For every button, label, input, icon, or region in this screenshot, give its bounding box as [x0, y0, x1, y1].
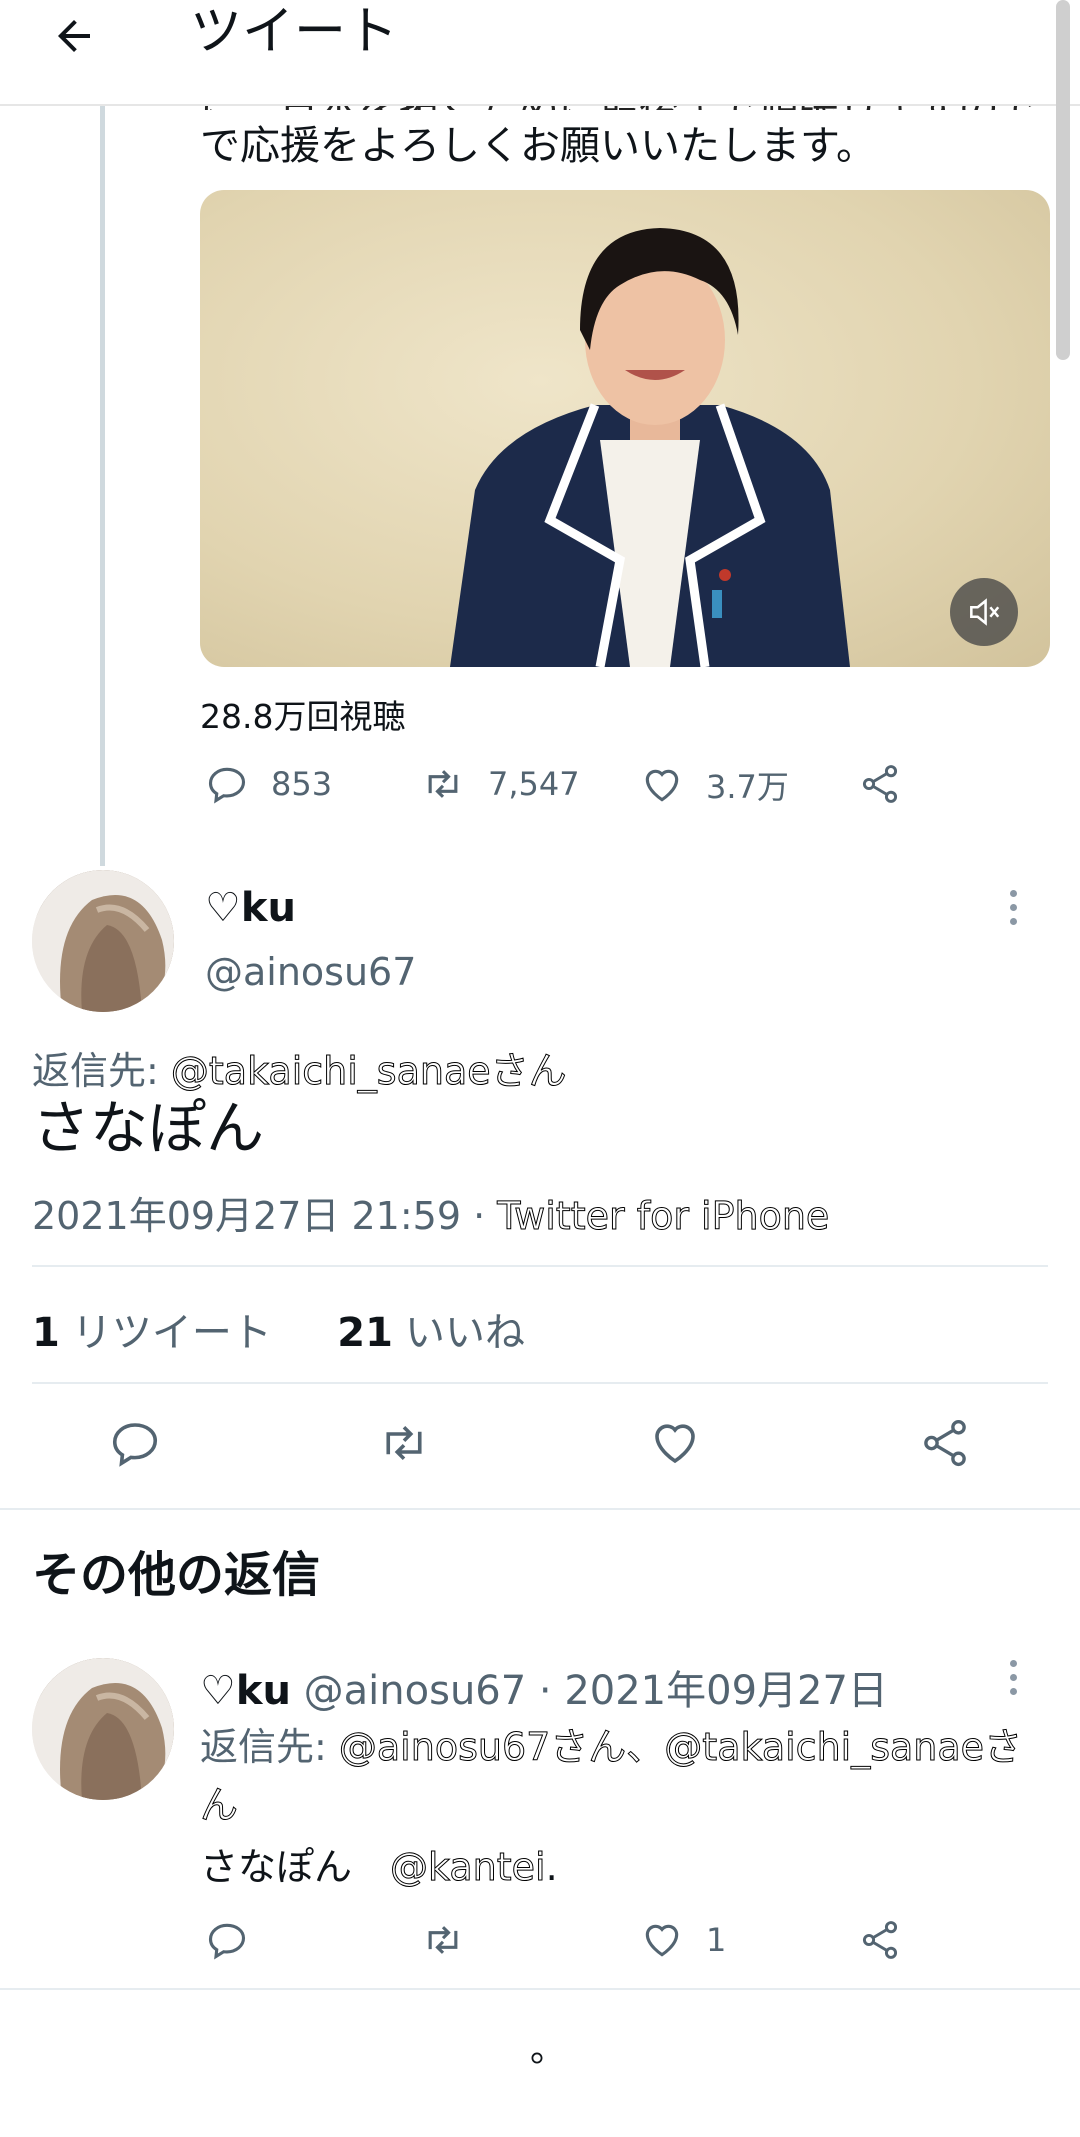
- reply-count: 853: [271, 765, 333, 803]
- view-count: 28.8万回視聴: [200, 697, 406, 736]
- like-button[interactable]: [648, 1416, 702, 1474]
- mention-link[interactable]: @takaichi_sanaeさん: [170, 1049, 567, 1094]
- reply-button[interactable]: [108, 1416, 162, 1474]
- top-app-bar: ツイート: [0, 0, 1080, 106]
- section-divider: [0, 1988, 1080, 1990]
- reply-icon: [208, 767, 246, 804]
- retweet-action[interactable]: 7,547: [420, 762, 580, 806]
- reply-to-line: 返信先: @ainosu67さん、@takaichi_sanaeさん: [199, 1718, 1050, 1834]
- retweet-total-label[interactable]: リツイート: [72, 1310, 272, 1356]
- heart-icon: [645, 1924, 679, 1957]
- reply-text-tail: .: [545, 1845, 558, 1889]
- handle-and-date: @ainosu67 · 2021年09月27日: [290, 1668, 888, 1714]
- page-title: ツイート: [190, 2, 399, 62]
- like-total[interactable]: 21: [337, 1310, 393, 1356]
- parent-tweet-text: で応援をよろしくお願いいたします。: [200, 123, 876, 169]
- video-player[interactable]: [200, 190, 1050, 667]
- avatar[interactable]: [32, 1658, 174, 1800]
- back-button[interactable]: [46, 8, 102, 64]
- tweet-timestamp: 2021年09月27日 21:59 ·: [32, 1194, 498, 1238]
- display-name[interactable]: ♡ku: [200, 1668, 291, 1714]
- reply-action[interactable]: 853: [205, 762, 332, 806]
- retweet-icon: [428, 770, 458, 798]
- share-button[interactable]: [918, 1416, 972, 1474]
- reply-to-label: 返信先:: [200, 1725, 339, 1769]
- reply-action[interactable]: [205, 1918, 271, 1962]
- reply-icon: [208, 1923, 246, 1960]
- avatar-image: [32, 1658, 174, 1800]
- reply-header: ♡ku @ainosu67 · 2021年09月27日: [200, 1658, 888, 1716]
- more-replies-heading: その他の返信: [32, 1547, 321, 1603]
- heart-icon: [655, 1424, 695, 1464]
- like-action[interactable]: 1: [640, 1918, 726, 1962]
- share-icon: [924, 1419, 966, 1467]
- more-options-icon[interactable]: [1010, 1660, 1017, 1702]
- share-action[interactable]: [858, 762, 924, 806]
- section-divider: [0, 1508, 1080, 1510]
- user-handle[interactable]: @ainosu67: [205, 950, 416, 994]
- arrow-left-icon: [58, 20, 90, 52]
- thread-connector-line: [100, 104, 105, 866]
- tweet-text: さなぽん: [32, 1094, 265, 1162]
- share-action[interactable]: [858, 1918, 924, 1962]
- tweet-source-link[interactable]: Twitter for iPhone: [497, 1194, 830, 1239]
- avatar-image: [32, 870, 174, 1012]
- mention-link[interactable]: @kantei: [390, 1845, 547, 1890]
- reply-text: さなぽん @kantei.: [200, 1836, 558, 1891]
- reply-to-line: 返信先: @takaichi_sanaeさん: [32, 1040, 567, 1095]
- avatar[interactable]: [32, 870, 174, 1012]
- reply-text-body: さなぽん: [200, 1845, 391, 1889]
- muted-speaker-icon: [970, 598, 1000, 626]
- like-count: 3.7万: [706, 768, 789, 806]
- scrollbar-thumb[interactable]: [1056, 0, 1070, 360]
- like-total-label[interactable]: いいね: [405, 1310, 525, 1356]
- retweet-icon: [386, 1425, 422, 1461]
- video-frame-person: [450, 228, 850, 667]
- loading-indicator: 。: [530, 2029, 567, 2070]
- heart-icon: [645, 769, 679, 802]
- more-options-icon[interactable]: [1010, 890, 1017, 932]
- divider: [32, 1265, 1048, 1267]
- reply-to-label: 返信先:: [32, 1049, 171, 1093]
- share-icon: [862, 765, 898, 803]
- retweet-count: 7,547: [488, 765, 580, 803]
- display-name[interactable]: ♡ku: [205, 885, 296, 931]
- reply-icon: [112, 1423, 158, 1467]
- tweet-meta: 2021年09月27日 21:59 · Twitter for iPhone: [32, 1185, 830, 1240]
- divider: [32, 1382, 1048, 1384]
- engagement-stats: 1 リツイート 21 いいね: [32, 1300, 525, 1358]
- retweet-button[interactable]: [375, 1416, 433, 1474]
- like-action[interactable]: 3.7万: [640, 762, 789, 808]
- mute-toggle-button[interactable]: [950, 578, 1018, 646]
- retweet-action[interactable]: [420, 1918, 488, 1962]
- retweet-total[interactable]: 1: [32, 1310, 60, 1356]
- like-count: 1: [706, 1921, 727, 1959]
- retweet-icon: [428, 1926, 458, 1954]
- share-icon: [862, 1921, 898, 1959]
